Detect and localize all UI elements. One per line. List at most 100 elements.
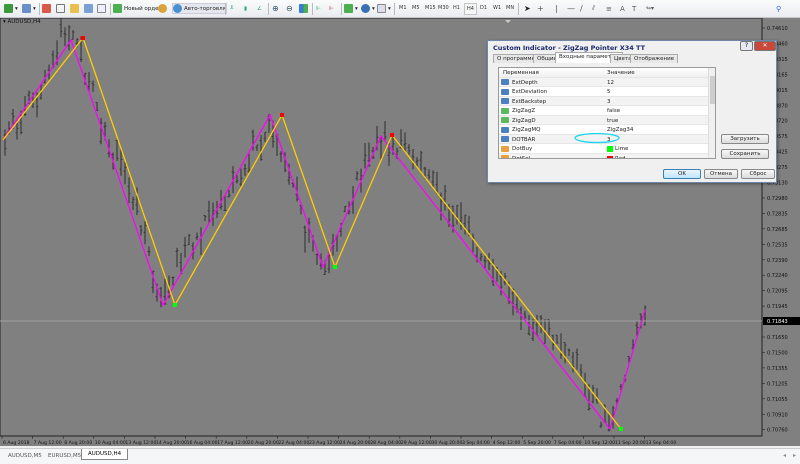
zoom-in-button[interactable]: ⊕ <box>272 3 279 14</box>
toolbar: ▾ ▾ Новый ордер Авто-торговля ╨ ▮ ∠ ⊕ ⊖ … <box>0 0 800 18</box>
reset-button[interactable]: Сброс <box>741 169 775 179</box>
scrollbar-thumb[interactable] <box>710 76 715 104</box>
timeframe-H4[interactable]: H4 <box>464 3 477 15</box>
param-row-zigzagz[interactable]: ZigZagZ false <box>499 106 709 116</box>
price-label: 0.72095 <box>767 289 788 295</box>
label-button[interactable]: T <box>632 3 636 14</box>
line-chart-button[interactable]: ∠ <box>257 3 262 14</box>
vertical-line-icon: | <box>555 4 558 13</box>
param-value[interactable]: 5 <box>607 89 611 95</box>
profiles-icon <box>22 4 31 13</box>
table-scrollbar[interactable] <box>708 68 715 158</box>
param-type-icon <box>501 145 509 152</box>
param-value[interactable]: 3 <box>607 99 611 105</box>
tester-button[interactable] <box>97 3 106 14</box>
text-button[interactable]: A <box>620 3 625 14</box>
templates-button[interactable]: ▾ <box>377 3 391 14</box>
current-price-label: 0.71843 <box>767 319 788 325</box>
autoscroll-button[interactable]: ⊩ <box>316 3 321 14</box>
load-button[interactable]: Загрузить <box>721 134 769 144</box>
param-name: DOTBAR <box>512 136 536 143</box>
trendline-icon: / <box>580 4 583 13</box>
timeframe-M15[interactable]: M15 <box>425 5 436 11</box>
close-button[interactable]: ✕ <box>754 41 776 51</box>
metaeditor-icon <box>158 4 167 13</box>
channel-button[interactable]: ⫽ <box>592 3 595 14</box>
param-type-icon <box>501 79 509 85</box>
market-watch-button[interactable] <box>42 3 51 14</box>
tile-button[interactable] <box>299 3 308 14</box>
bar-chart-button[interactable]: ╨ <box>230 3 233 14</box>
chart-tab-audusd-h4[interactable]: AUDUSD,H4 <box>81 449 129 460</box>
timeframe-MN[interactable]: MN <box>506 5 514 11</box>
price-label: 0.72390 <box>767 258 788 264</box>
arrows-icon: ↬▾ <box>646 5 655 12</box>
param-row-dotbuy[interactable]: DotBuy Lime <box>499 144 709 154</box>
param-row-extbackstep[interactable]: ExtBackstep 3 <box>499 96 709 106</box>
help-button[interactable]: ? <box>740 41 753 51</box>
periods-button[interactable]: ▾ <box>361 3 375 14</box>
autoscroll-icon: ⊩ <box>316 5 321 12</box>
param-row-extdeviation[interactable]: ExtDeviation 5 <box>499 87 709 97</box>
param-value[interactable]: Lime <box>607 146 628 152</box>
timeframe-W1[interactable]: W1 <box>493 5 501 11</box>
sell-dot <box>390 133 394 137</box>
candles-button[interactable]: ▮ <box>244 3 247 14</box>
chart-shift-button[interactable]: ⊩ <box>329 3 334 14</box>
arrows-button[interactable]: ↬▾ <box>646 3 654 14</box>
param-name: DotSel <box>512 155 531 159</box>
cancel-button[interactable]: Отмена <box>704 169 738 179</box>
fibonacci-button[interactable]: ≡ <box>606 3 612 14</box>
crosshair-button[interactable]: + <box>537 3 544 14</box>
param-value[interactable]: 12 <box>607 80 614 86</box>
timeframe-M5[interactable]: M5 <box>412 5 420 11</box>
indicators-button[interactable]: ▾ <box>344 3 358 14</box>
timeframe-M30[interactable]: M30 <box>438 5 449 11</box>
tester-icon <box>97 4 106 13</box>
profiles-button[interactable]: ▾ <box>22 3 36 14</box>
param-value[interactable]: false <box>607 108 620 114</box>
data-window-button[interactable] <box>70 3 79 14</box>
dialog-title: Custom Indicator - ZigZag Pointer X34 TT <box>493 44 646 52</box>
periods-icon <box>361 4 370 13</box>
param-row-dotsel[interactable]: DotSel Red <box>499 153 709 159</box>
metaeditor-button[interactable] <box>158 3 167 14</box>
cursor-button[interactable]: ➤ <box>524 3 531 14</box>
autotrading-button[interactable]: Авто-торговля <box>172 3 227 14</box>
tabs-scroll-right[interactable]: ▸ <box>793 452 796 459</box>
param-name: ExtBackstep <box>512 98 547 105</box>
new-order-button[interactable]: Новый ордер <box>113 3 162 14</box>
param-row-zigzagd[interactable]: ZigZagD true <box>499 115 709 125</box>
chart-tabs: AUDUSD,M5 EURUSD,M5 AUDUSD,H4 ◂ ▸ <box>0 448 800 464</box>
trendline-button[interactable]: / <box>580 3 583 14</box>
time-label: 6 Aug 2018 <box>3 440 30 446</box>
horizontal-line-button[interactable]: — <box>567 3 575 14</box>
timeframe-M1[interactable]: M1 <box>399 5 407 11</box>
time-label: 3 Sep 04:00 <box>462 440 490 446</box>
search-button[interactable]: ⚲ <box>776 3 781 14</box>
vertical-line-button[interactable]: | <box>555 3 558 14</box>
price-label: 0.71650 <box>767 335 788 341</box>
param-type-icon <box>501 107 509 114</box>
new-chart-button[interactable]: ▾ <box>4 3 18 14</box>
param-value[interactable]: true <box>607 118 618 124</box>
terminal-button[interactable] <box>84 3 93 14</box>
chart-tab-audusd-m5[interactable]: AUDUSD,M5 <box>2 451 48 462</box>
price-label: 0.74610 <box>767 26 788 32</box>
price-label: 0.72980 <box>767 196 788 202</box>
sell-dot <box>81 36 85 40</box>
timeframe-H1[interactable]: H1 <box>453 5 460 11</box>
navigator-icon <box>56 4 65 13</box>
navigator-button[interactable] <box>56 3 65 14</box>
close-icon: ✕ <box>762 42 768 49</box>
param-value[interactable]: Red <box>607 155 625 158</box>
param-row-extdepth[interactable]: ExtDepth 12 <box>499 77 709 87</box>
zoom-out-button[interactable]: ⊖ <box>286 3 293 14</box>
ok-button[interactable]: OK <box>663 169 701 179</box>
save-button[interactable]: Сохранить <box>721 149 769 159</box>
price-label: 0.72835 <box>767 211 788 217</box>
tab-visualization[interactable]: Отображение <box>630 54 679 63</box>
label-icon: T <box>632 4 637 13</box>
timeframe-D1[interactable]: D1 <box>480 5 487 11</box>
tabs-scroll-left[interactable]: ◂ <box>783 452 786 459</box>
